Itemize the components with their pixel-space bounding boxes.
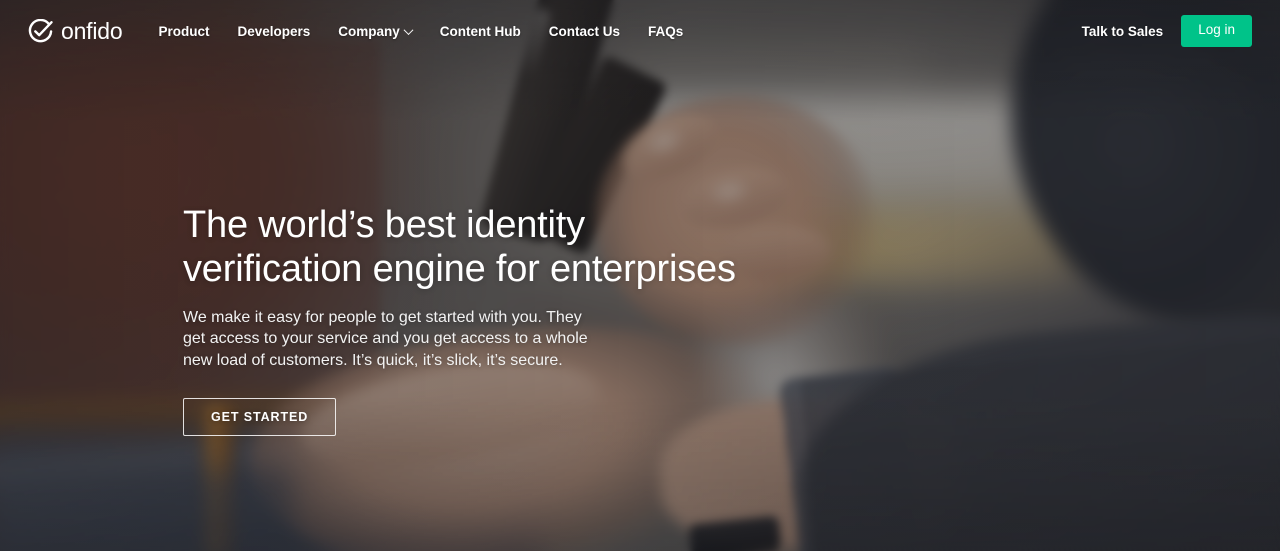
brand-name: onfido xyxy=(61,17,123,44)
check-circle-icon xyxy=(28,18,53,44)
talk-to-sales-link[interactable]: Talk to Sales xyxy=(1082,24,1164,39)
nav-label: Content Hub xyxy=(439,23,521,39)
nav-label: Company xyxy=(338,23,400,39)
get-started-button[interactable]: GET STARTED xyxy=(183,397,337,436)
nav-label: Contact Us xyxy=(548,23,621,39)
nav-label: Developers xyxy=(237,23,311,39)
nav-item-faqs[interactable]: FAQs xyxy=(634,18,697,45)
hero-subtitle: We make it easy for people to get starte… xyxy=(183,309,588,369)
nav-item-product[interactable]: Product xyxy=(144,18,223,45)
hero-headline: The world’s best identity verification e… xyxy=(183,204,736,291)
header-actions: Talk to Sales Log in xyxy=(1082,15,1252,47)
main-navigation: Product Developers Company Content Hub C… xyxy=(144,18,697,45)
log-in-button[interactable]: Log in xyxy=(1181,15,1252,47)
nav-item-content-hub[interactable]: Content Hub xyxy=(426,18,535,45)
nav-label: Product xyxy=(158,23,210,39)
nav-item-developers[interactable]: Developers xyxy=(223,18,324,45)
chevron-down-icon xyxy=(403,24,414,35)
landing-page: onfido Product Developers Company Conten… xyxy=(0,0,1280,551)
nav-item-contact-us[interactable]: Contact Us xyxy=(535,18,634,45)
nav-item-company[interactable]: Company xyxy=(324,18,426,45)
hero-section: The world’s best identity verification e… xyxy=(183,203,803,436)
brand-logo-link[interactable]: onfido xyxy=(28,17,123,44)
nav-label: FAQs xyxy=(648,23,684,39)
site-header: onfido Product Developers Company Conten… xyxy=(0,0,1280,62)
